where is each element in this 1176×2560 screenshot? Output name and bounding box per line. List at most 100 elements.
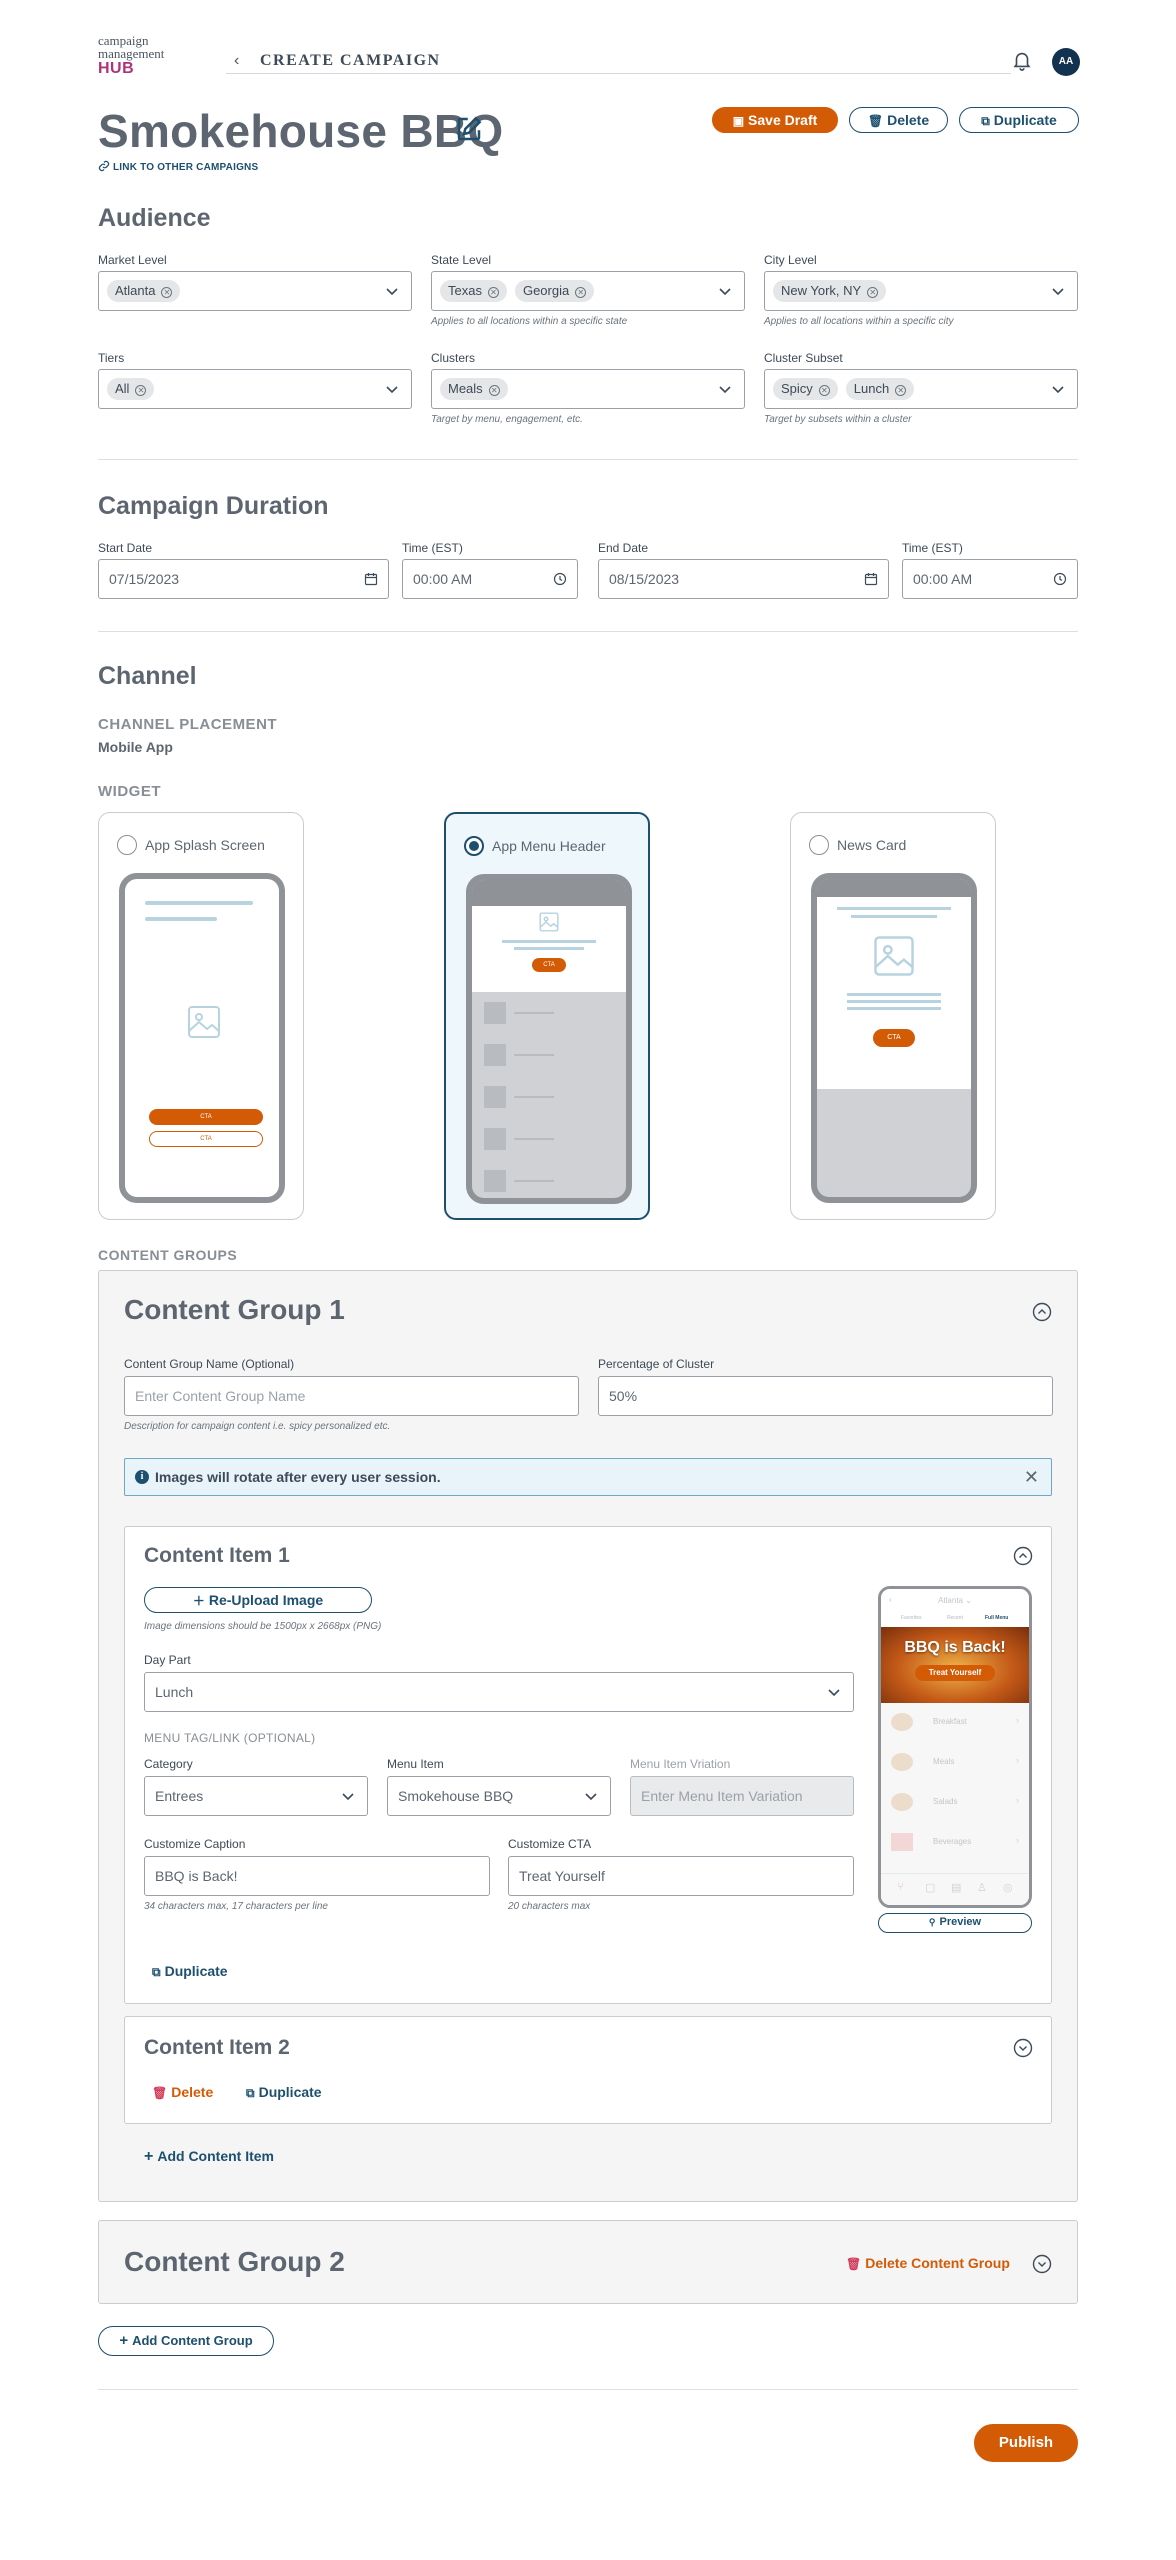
group-name-hint: Description for campaign content i.e. sp… [124,1421,391,1432]
placeholder-line [851,915,937,918]
link-other-campaigns[interactable]: LINK TO OTHER CAMPAIGNS [98,160,258,173]
chip-label: All [115,381,130,396]
widget-radio-selected[interactable] [464,836,484,856]
start-time-input[interactable]: 00:00 AM [402,559,578,599]
logo-line3: HUB [98,60,135,77]
image-dims-hint: Image dimensions should be 1500px x 2668… [144,1621,382,1632]
caption-value: BBQ is Back! [155,1868,238,1884]
logo-line2: management [98,46,165,61]
add-group-label: Add Content Group [132,2333,253,2348]
chevron-right-icon: › [1016,1755,1019,1765]
chevron-up-circle-icon[interactable] [1013,1546,1033,1566]
menu-row-line [514,1180,554,1182]
remove-chip-icon[interactable]: ✕ [487,287,499,298]
remove-chip-icon[interactable]: ✕ [135,385,147,396]
edit-icon[interactable] [454,114,484,144]
remove-chip-icon[interactable]: ✕ [867,287,879,298]
end-date-input[interactable]: 08/15/2023 [598,559,889,599]
tiers-select[interactable]: All ✕ [98,369,412,409]
close-icon[interactable]: ✕ [1024,1467,1039,1488]
preview-top-bar: ‹ Atlanta ⌄ Favorites Recent Full Menu [881,1589,1029,1627]
item2-delete-button[interactable]: 🗑 Delete [152,2084,213,2100]
menu-row-line [514,1138,554,1140]
content-groups-label: CONTENT GROUPS [98,1247,238,1263]
delete-button[interactable]: 🗑 Delete [849,107,948,133]
item2-duplicate-button[interactable]: ⧉ Duplicate [246,2084,322,2101]
category-label: Category [144,1757,193,1771]
chevron-right-icon: › [1016,1795,1019,1805]
city-level-select[interactable]: New York, NY ✕ [764,271,1078,311]
bell-icon[interactable] [1011,48,1033,72]
calendar-icon[interactable] [864,572,878,586]
add-content-item-button[interactable]: + Add Content Item [144,2148,274,2166]
divider [98,459,1078,460]
menu-item-select[interactable]: Smokehouse BBQ [387,1776,611,1816]
caption-input[interactable]: BBQ is Back! [144,1856,490,1896]
widget-radio[interactable] [809,835,829,855]
content-item-1-title: Content Item 1 [144,1544,290,1567]
clusters-select[interactable]: Meals ✕ [431,369,745,409]
variation-input[interactable]: Enter Menu Item Variation [630,1776,854,1816]
preview-tab-full-menu: Full Menu [985,1615,1009,1621]
clock-icon[interactable] [1053,572,1067,586]
duplicate-button[interactable]: ⧉ Duplicate [959,107,1079,133]
phone-header-bar [472,880,626,906]
chevron-down-circle-icon[interactable] [1032,2254,1052,2274]
percentage-label: Percentage of Cluster [598,1357,715,1371]
placeholder-line [847,1007,941,1010]
reupload-image-button[interactable]: ＋ Re-Upload Image [144,1587,372,1613]
copy-icon: ⧉ [152,1965,161,1979]
phone-mockup: CTA [811,873,977,1203]
preview-menu-salads: Salads [933,1797,958,1806]
start-date-input[interactable]: 07/15/2023 [98,559,389,599]
preview-menu-beverages: Beverages [933,1837,972,1846]
phone-header-bar [817,879,971,897]
cluster-subset-select[interactable]: Spicy ✕ Lunch ✕ [764,369,1078,409]
calendar-icon[interactable] [364,572,378,586]
back-chevron-icon[interactable]: ‹ [234,52,239,70]
widget-app-menu-header[interactable]: App Menu Header CTA [444,812,650,1220]
menu-row-line [514,1054,554,1056]
state-level-select[interactable]: Texas ✕ Georgia ✕ [431,271,745,311]
remove-chip-icon[interactable]: ✕ [488,385,500,396]
variation-placeholder: Enter Menu Item Variation [641,1788,803,1804]
divider [98,631,1078,632]
delete-content-group-button[interactable]: 🗑 Delete Content Group [846,2255,1010,2271]
app-logo[interactable]: campaign management HUB [98,34,165,77]
market-level-select[interactable]: Atlanta ✕ [98,271,412,311]
chevron-right-icon: › [1016,1715,1019,1725]
remove-chip-icon[interactable]: ✕ [161,287,173,298]
widget-radio[interactable] [117,835,137,855]
remove-chip-icon[interactable]: ✕ [895,385,907,396]
widget-label: News Card [837,837,907,853]
daypart-select[interactable]: Lunch [144,1672,854,1712]
item1-duplicate-button[interactable]: ⧉ Duplicate [152,1963,228,1980]
chevron-up-circle-icon[interactable] [1032,1302,1052,1322]
content-item-2-title: Content Item 2 [144,2036,290,2059]
add-content-group-button[interactable]: + Add Content Group [98,2326,274,2356]
clock-icon[interactable] [553,572,567,586]
group-name-input[interactable]: Enter Content Group Name [124,1376,579,1416]
trash-icon: 🗑 [152,2086,168,2100]
chip-label: New York, NY [781,283,862,298]
widget-news-card[interactable]: News Card CTA [790,812,996,1220]
preview-button[interactable]: ⚲ Preview [878,1913,1032,1933]
city-level-hint: Applies to all locations within a specif… [764,316,954,327]
divider [98,2389,1078,2390]
remove-chip-icon[interactable]: ✕ [818,385,830,396]
cta-input[interactable]: Treat Yourself [508,1856,854,1896]
chevron-down-circle-icon[interactable] [1013,2038,1033,2058]
phone-mockup: CTA [466,874,632,1204]
remove-chip-icon[interactable]: ✕ [575,287,587,298]
save-draft-button[interactable]: ▣ Save Draft [712,107,838,133]
percentage-input[interactable]: 50% [598,1376,1053,1416]
chip-meals: Meals ✕ [440,378,508,400]
avatar[interactable]: AA [1052,48,1080,76]
widget-app-splash-screen[interactable]: App Splash Screen CTA CTA [98,812,304,1220]
content-group-2-title: Content Group 2 [124,2246,345,2277]
end-time-input[interactable]: 00:00 AM [902,559,1078,599]
tiers-label: Tiers [98,351,125,365]
publish-button[interactable]: Publish [974,2424,1078,2462]
category-select[interactable]: Entrees [144,1776,368,1816]
daypart-value: Lunch [155,1684,194,1700]
